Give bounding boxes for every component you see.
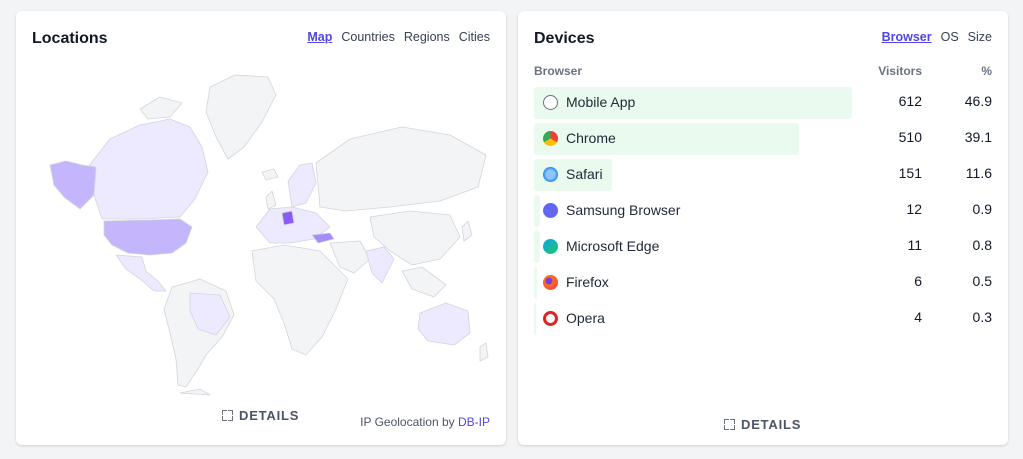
column-header-visitors: Visitors: [878, 64, 922, 78]
browser-name: Safari: [566, 166, 603, 182]
visitor-share-bar: [534, 303, 536, 335]
tab-browser[interactable]: Browser: [882, 30, 932, 44]
visitors-count: 151: [898, 165, 922, 181]
tab-countries[interactable]: Countries: [341, 30, 395, 44]
browser-name: Samsung Browser: [566, 202, 681, 218]
edge-icon: [543, 238, 558, 254]
country-turkey: [311, 232, 335, 244]
chrome-icon: [543, 130, 558, 146]
browser-name: Chrome: [566, 130, 616, 146]
globe-icon: [543, 94, 558, 110]
country-canada: [87, 118, 209, 220]
locations-card: Locations Map Countries Regions Cities D…: [16, 11, 506, 445]
visitors-count: 12: [906, 201, 922, 217]
country-germany: [281, 210, 295, 226]
browser-name: Microsoft Edge: [566, 238, 660, 254]
country-canada-islands: [139, 96, 183, 120]
table-row[interactable]: Firefox 6 0.5: [534, 267, 992, 303]
browser-label: Samsung Browser: [543, 202, 680, 218]
world-map[interactable]: [30, 67, 492, 397]
browser-name: Mobile App: [566, 94, 636, 110]
country-usa: [103, 218, 193, 256]
country-mexico: [115, 254, 167, 292]
visitors-count: 510: [898, 129, 922, 145]
table-row[interactable]: Opera 4 0.3: [534, 303, 992, 339]
tab-regions[interactable]: Regions: [404, 30, 450, 44]
table-row[interactable]: Safari 151 11.6: [534, 159, 992, 195]
table-row[interactable]: Mobile App 612 46.9: [534, 87, 992, 123]
samsung-browser-icon: [543, 202, 558, 218]
visitors-percent: 0.3: [972, 309, 992, 325]
visitors-count: 11: [907, 237, 922, 253]
browser-label: Opera: [543, 310, 605, 326]
visitors-percent: 39.1: [964, 129, 992, 145]
country-greenland: [205, 74, 277, 160]
devices-details-label: DETAILS: [741, 417, 802, 432]
browser-label: Firefox: [543, 274, 609, 290]
visitors-percent: 0.5: [972, 273, 992, 289]
safari-icon: [543, 166, 558, 182]
browser-name: Firefox: [566, 274, 609, 290]
browser-label: Safari: [543, 166, 603, 182]
visitors-percent: 0.8: [972, 237, 992, 253]
attribution-prefix: IP Geolocation by: [360, 415, 455, 429]
geolocation-attribution: IP Geolocation by DB-IP: [360, 415, 490, 429]
column-header-browser: Browser: [534, 64, 583, 78]
country-new-zealand: [479, 342, 489, 362]
tab-cities[interactable]: Cities: [459, 30, 490, 44]
visitors-percent: 11.6: [965, 165, 992, 181]
world-map-svg: [49, 74, 489, 396]
country-alaska: [49, 160, 97, 210]
visitors-count: 4: [914, 309, 922, 325]
country-uk: [265, 190, 277, 210]
browser-label: Chrome: [543, 130, 616, 146]
country-japan: [461, 220, 473, 242]
browser-label: Mobile App: [543, 94, 635, 110]
opera-icon: [543, 310, 558, 326]
browser-label: Microsoft Edge: [543, 238, 659, 254]
country-southeast-asia: [401, 266, 447, 298]
column-header-percent: %: [981, 64, 992, 78]
locations-details-label: DETAILS: [239, 408, 300, 423]
table-row[interactable]: Samsung Browser 12 0.9: [534, 195, 992, 231]
table-row[interactable]: Chrome 510 39.1: [534, 123, 992, 159]
country-scandinavia: [287, 162, 317, 208]
devices-card: Devices Browser OS Size Browser Visitors…: [518, 11, 1008, 445]
locations-title: Locations: [32, 30, 108, 47]
visitors-count: 6: [914, 273, 922, 289]
tab-size[interactable]: Size: [968, 30, 992, 44]
devices-details-button[interactable]: DETAILS: [724, 417, 801, 432]
table-row[interactable]: Microsoft Edge 11 0.8: [534, 231, 992, 267]
locations-details-button[interactable]: DETAILS: [222, 408, 299, 423]
visitors-percent: 0.9: [972, 201, 992, 217]
devices-title: Devices: [534, 30, 595, 47]
visitor-share-bar: [534, 195, 540, 227]
visitors-percent: 46.9: [964, 93, 992, 109]
country-iceland: [261, 168, 279, 181]
country-australia: [417, 302, 471, 346]
visitor-share-bar: [534, 267, 537, 299]
country-india: [365, 246, 395, 284]
browser-list: Mobile App 612 46.9 Chrome 510 39.1 Safari 151 1…: [534, 87, 992, 339]
tab-map[interactable]: Map: [307, 30, 332, 44]
country-russia: [315, 126, 487, 212]
expand-icon: [222, 410, 233, 421]
country-africa: [251, 244, 349, 356]
visitor-share-bar: [534, 231, 540, 263]
browser-name: Opera: [566, 310, 605, 326]
firefox-icon: [543, 274, 558, 290]
tab-os[interactable]: OS: [941, 30, 959, 44]
locations-tabs: Map Countries Regions Cities: [307, 30, 490, 44]
expand-icon: [724, 419, 735, 430]
devices-tabs: Browser OS Size: [882, 30, 992, 44]
visitors-count: 612: [898, 93, 922, 109]
db-ip-link[interactable]: DB-IP: [458, 415, 490, 429]
country-antarctica: [179, 388, 211, 396]
